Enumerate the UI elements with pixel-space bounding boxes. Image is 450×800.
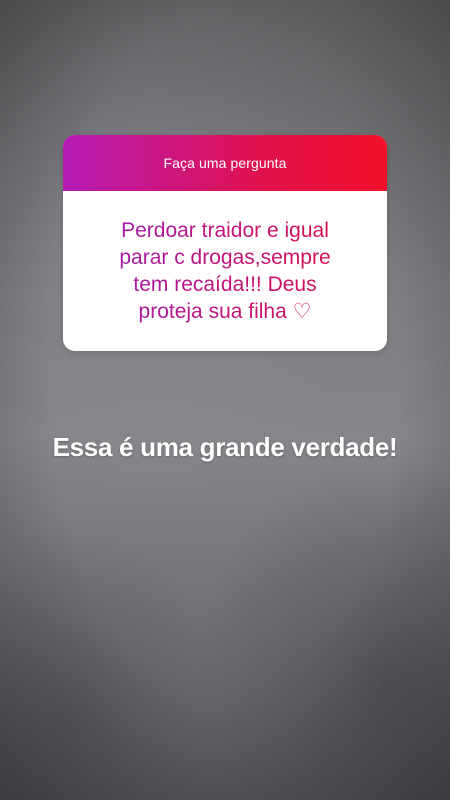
story-caption: Essa é uma grande verdade! <box>52 432 398 462</box>
question-sticker-body: Perdoar traidor e igual parar c drogas,s… <box>63 191 387 351</box>
question-sticker[interactable]: Faça uma pergunta Perdoar traidor e igua… <box>63 135 387 351</box>
question-prompt: Faça uma pergunta <box>163 155 287 171</box>
question-sticker-header: Faça uma pergunta <box>63 135 387 191</box>
question-answer-text: Perdoar traidor e igual parar c drogas,s… <box>119 219 331 323</box>
background-photo <box>0 0 450 800</box>
